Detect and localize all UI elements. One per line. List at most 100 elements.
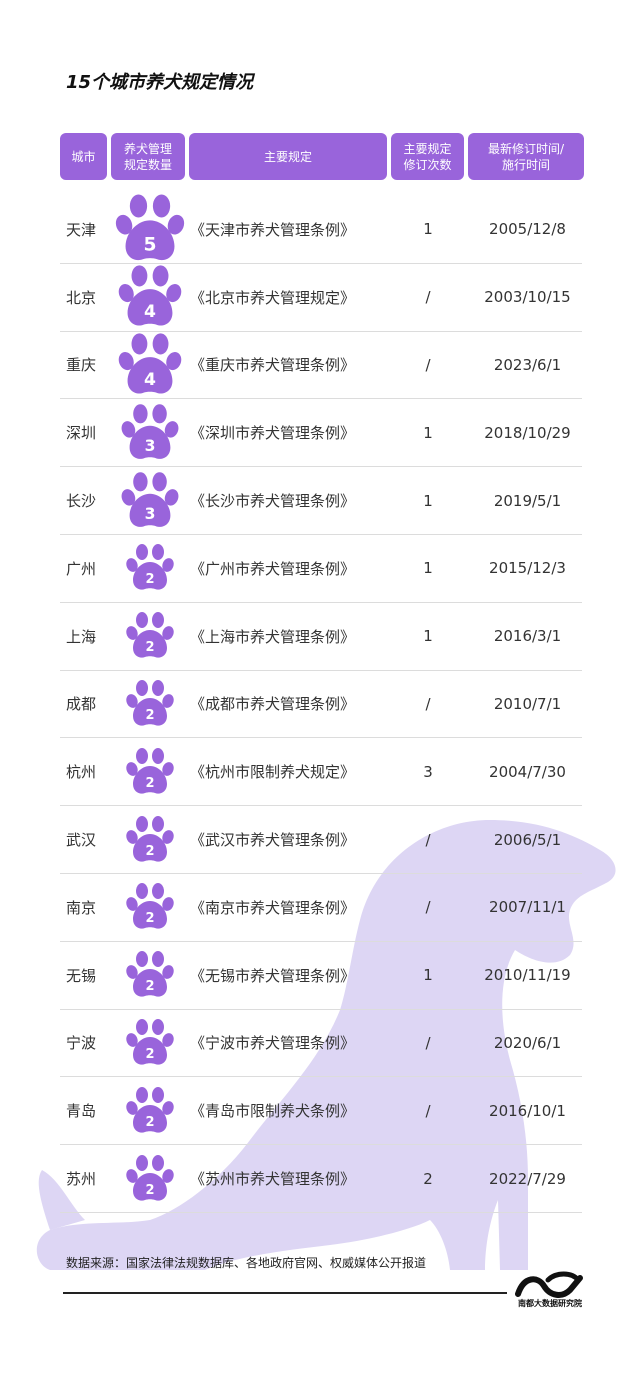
latest-date: 2020/6/1	[493, 1033, 562, 1052]
latest-date: 2006/5/1	[493, 830, 562, 849]
count-paw: 5	[112, 194, 188, 263]
regulation-name: 《无锡市养犬管理条例》	[190, 966, 356, 985]
city-name: 广州	[66, 559, 97, 578]
latest-date: 2018/10/29	[484, 423, 571, 442]
table-row: 武汉 2 《武汉市养犬管理条例》 / 2006/5/1	[60, 806, 582, 874]
count-paw: 2	[112, 671, 188, 738]
city-name: 武汉	[66, 831, 97, 850]
table-row: 杭州 2 《杭州市限制养犬规定》 3 2004/7/30	[60, 738, 582, 807]
count-paw: 2	[112, 942, 188, 1009]
latest-date: 2010/7/1	[493, 694, 562, 713]
latest-date: 2022/7/29	[489, 1169, 566, 1188]
paw-icon: 3	[121, 403, 179, 459]
count-paw: 2	[112, 603, 188, 670]
header-city: 城市	[60, 133, 107, 180]
city-name: 南京	[66, 898, 97, 917]
count-paw: 2	[112, 1145, 188, 1212]
paw-count-label: 2	[145, 1115, 154, 1130]
regulation-name: 《宁波市养犬管理条例》	[190, 1034, 356, 1053]
table-row: 上海 2 《上海市养犬管理条例》 1 2016/3/1	[60, 603, 582, 671]
count-paw: 4	[112, 332, 188, 399]
latest-date: 2003/10/15	[484, 288, 571, 307]
city-name: 上海	[66, 627, 97, 646]
regulation-name: 《深圳市养犬管理条例》	[190, 424, 356, 443]
regulation-name: 《天津市养犬管理条例》	[190, 220, 356, 239]
city-name: 成都	[66, 695, 97, 714]
latest-date: 2007/11/1	[489, 898, 566, 917]
paw-count-label: 2	[145, 572, 154, 587]
paw-count-label: 3	[145, 505, 156, 523]
paw-icon: 3	[121, 471, 179, 527]
latest-date: 2004/7/30	[489, 762, 566, 781]
city-name: 重庆	[66, 356, 97, 375]
paw-icon: 2	[126, 815, 174, 862]
paw-icon: 4	[118, 333, 182, 394]
regulation-name: 《武汉市养犬管理条例》	[190, 831, 356, 850]
count-paw: 2	[112, 535, 188, 602]
paw-icon: 2	[126, 612, 174, 658]
paw-count-label: 2	[145, 640, 154, 655]
city-name: 青岛	[66, 1102, 97, 1121]
regulation-name: 《上海市养犬管理条例》	[190, 627, 356, 646]
table-row: 苏州 2 《苏州市养犬管理条例》 2 2022/7/29	[60, 1145, 582, 1213]
count-paw: 2	[112, 1077, 188, 1144]
revision-count: /	[425, 355, 431, 374]
count-paw: 2	[112, 874, 188, 941]
regulation-name: 《杭州市限制养犬规定》	[190, 763, 356, 782]
latest-date: 2016/10/1	[489, 1101, 566, 1120]
city-name: 杭州	[66, 763, 97, 782]
regulation-name: 《青岛市限制养犬条例》	[190, 1102, 356, 1121]
revision-count: /	[425, 898, 431, 917]
table-row: 无锡 2 《无锡市养犬管理条例》 1 2010/11/19	[60, 942, 582, 1010]
latest-date: 2005/12/8	[489, 220, 566, 239]
latest-date: 2023/6/1	[493, 355, 562, 374]
paw-icon: 2	[126, 679, 174, 726]
latest-date: 2010/11/19	[484, 966, 571, 985]
count-paw: 2	[112, 806, 188, 873]
revision-count: 1	[423, 966, 433, 985]
regulation-name: 《北京市养犬管理规定》	[190, 288, 356, 307]
revision-count: /	[425, 830, 431, 849]
table-row: 天津 5 《天津市养犬管理条例》 1 2005/12/8	[60, 194, 582, 264]
regulation-name: 《南京市养犬管理条例》	[190, 898, 356, 917]
footer-divider	[63, 1292, 507, 1294]
table-row: 宁波 2 《宁波市养犬管理条例》 / 2020/6/1	[60, 1010, 582, 1078]
count-paw: 3	[112, 467, 188, 534]
paw-icon: 2	[126, 883, 174, 929]
data-source: 数据来源：国家法律法规数据库、各地政府官网、权威媒体公开报道	[66, 1256, 427, 1270]
city-name: 深圳	[66, 424, 97, 443]
table-row: 重庆 4 《重庆市养犬管理条例》 / 2023/6/1	[60, 332, 582, 400]
paw-icon: 2	[126, 1018, 174, 1065]
table-row: 成都 2 《成都市养犬管理条例》 / 2010/7/1	[60, 671, 582, 739]
paw-count-label: 2	[145, 776, 154, 791]
logo-text: 南都大数据研究院	[518, 1299, 582, 1308]
city-name: 天津	[66, 220, 97, 239]
latest-date: 2015/12/3	[489, 559, 566, 578]
paw-count-label: 4	[144, 302, 156, 322]
paw-count-label: 2	[145, 1047, 154, 1062]
table-row: 青岛 2 《青岛市限制养犬条例》 / 2016/10/1	[60, 1077, 582, 1146]
paw-count-label: 2	[145, 1183, 154, 1198]
table-body: 天津 5 《天津市养犬管理条例》 1 2005/12/8 北京 4 《北京市养犬…	[0, 194, 640, 1213]
city-name: 长沙	[66, 492, 97, 511]
regulation-name: 《重庆市养犬管理条例》	[190, 356, 356, 375]
paw-icon: 4	[118, 265, 182, 326]
revision-count: /	[425, 288, 431, 307]
header-count: 养犬管理 规定数量	[111, 133, 185, 180]
header-regulation: 主要规定	[189, 133, 387, 180]
count-paw: 2	[112, 738, 188, 805]
city-name: 宁波	[66, 1034, 97, 1053]
paw-count-label: 2	[145, 911, 154, 926]
table-header: 城市 养犬管理 规定数量 主要规定 主要规定 修订次数 最新修订时间/ 施行时间	[0, 133, 640, 180]
count-paw: 4	[112, 264, 188, 331]
latest-date: 2016/3/1	[493, 627, 562, 646]
revision-count: /	[425, 1033, 431, 1052]
table-row: 北京 4 《北京市养犬管理规定》 / 2003/10/15	[60, 264, 582, 332]
regulation-name: 《长沙市养犬管理条例》	[190, 492, 356, 511]
paw-icon: 2	[126, 747, 174, 794]
revision-count: 3	[423, 762, 433, 781]
table-row: 长沙 3 《长沙市养犬管理条例》 1 2019/5/1	[60, 467, 582, 535]
table-row: 南京 2 《南京市养犬管理条例》 / 2007/11/1	[60, 874, 582, 942]
paw-icon: 2	[126, 1086, 174, 1133]
header-latest-date: 最新修订时间/ 施行时间	[468, 133, 584, 180]
